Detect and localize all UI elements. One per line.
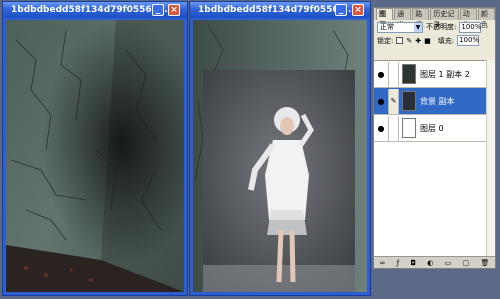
- opacity-input[interactable]: 100%: [459, 21, 481, 33]
- lock-transparency-icon[interactable]: [396, 37, 404, 44]
- layer-row[interactable]: ● ✎ 背景 副本: [374, 88, 495, 115]
- opacity-label: 不透明度:: [426, 23, 457, 31]
- layer-name: 图层 1 副本 2: [420, 69, 470, 79]
- eye-icon[interactable]: ●: [374, 70, 388, 79]
- fill-label: 填充:: [437, 36, 455, 45]
- layer-name: 背景 副本: [420, 96, 455, 106]
- document-canvas-cracked-wall[interactable]: [6, 20, 184, 292]
- tab-color[interactable]: 颜色: [477, 8, 495, 29]
- layer-thumbnail: [402, 64, 416, 84]
- tab-channels[interactable]: 通道: [394, 8, 412, 29]
- mask-icon[interactable]: ◘: [410, 259, 416, 267]
- layer-row[interactable]: ● 图层 1 副本 2: [374, 61, 495, 88]
- close-button[interactable]: ×: [352, 4, 364, 16]
- lock-all-icon[interactable]: ■: [424, 37, 431, 45]
- panel-tabs: 图层 通道 路径 历史记录 动作 颜色: [374, 8, 495, 29]
- link-slot-icon[interactable]: [388, 115, 399, 141]
- eye-icon[interactable]: ●: [374, 124, 388, 133]
- adjust-icon[interactable]: ◐: [427, 259, 433, 267]
- layer-thumbnail: [402, 91, 416, 111]
- cracked-wall-image: [6, 20, 184, 292]
- minimize-button[interactable]: _: [152, 4, 164, 16]
- trash-icon[interactable]: 🗑: [480, 259, 489, 267]
- link-icon[interactable]: ∞: [380, 259, 386, 267]
- close-button[interactable]: ×: [168, 4, 180, 16]
- tab-history[interactable]: 历史记录: [430, 8, 459, 29]
- brush-icon[interactable]: ✎: [388, 88, 399, 114]
- composite-image: [193, 20, 367, 292]
- new-layer-icon[interactable]: ▢: [463, 259, 470, 267]
- panel-footer: ∞ ƒ ◘ ◐ ▭ ▢ 🗑: [374, 256, 495, 268]
- lock-move-icon[interactable]: ✚: [415, 37, 421, 45]
- chevron-down-icon: ▼: [414, 22, 422, 32]
- lock-paint-icon[interactable]: ✎: [406, 37, 412, 45]
- layers-scrollbar[interactable]: [486, 60, 495, 256]
- layer-thumbnail: [402, 118, 416, 138]
- lock-label: 锁定:: [377, 36, 394, 45]
- layer-row[interactable]: ● 图层 0: [374, 115, 495, 142]
- layers-panel: 图层 通道 路径 历史记录 动作 颜色 正常 ▼ 不透明度: 100% 锁定: …: [373, 7, 496, 269]
- link-slot-icon[interactable]: [388, 61, 399, 87]
- fx-icon[interactable]: ƒ: [397, 259, 399, 267]
- tab-layers[interactable]: 图层: [376, 8, 394, 29]
- folder-icon[interactable]: ▭: [445, 259, 452, 267]
- eye-icon[interactable]: ●: [374, 97, 388, 106]
- blend-mode-value: 正常: [380, 22, 394, 31]
- layer-name: 图层 0: [420, 123, 444, 133]
- document-window-right[interactable]: 1bdbdbedd58f134d79f05569 ... _ ×: [189, 1, 371, 296]
- tab-paths[interactable]: 路径: [412, 8, 430, 29]
- document-window-left[interactable]: 1bdbdbedd58f134d79f05569 ... _ ×: [2, 1, 188, 296]
- layers-list: ● 图层 1 副本 2 ● ✎ 背景 副本 ● 图层 0: [374, 60, 495, 256]
- tab-actions[interactable]: 动作: [459, 8, 477, 29]
- blend-mode-select[interactable]: 正常 ▼: [377, 21, 423, 33]
- minimize-button[interactable]: _: [335, 4, 347, 16]
- document-canvas-composite[interactable]: [193, 20, 367, 292]
- fill-input[interactable]: 100%: [457, 35, 479, 46]
